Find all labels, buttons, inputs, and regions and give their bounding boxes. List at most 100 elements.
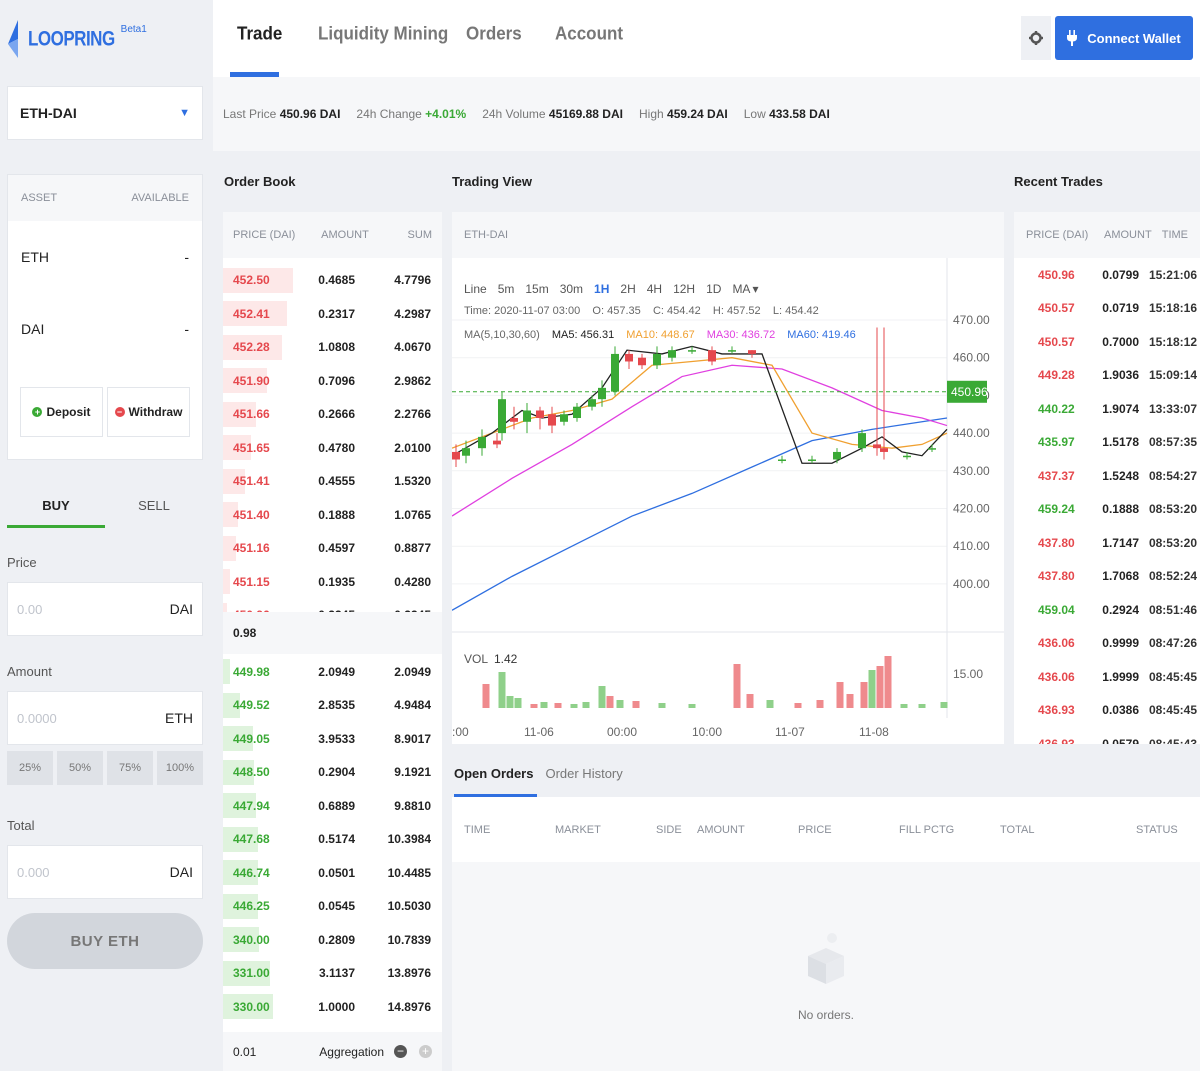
trade-time: 08:51:46	[1148, 602, 1197, 617]
amount-input[interactable]: 0.0000 ETH	[7, 691, 203, 745]
tab-trade[interactable]: Trade	[237, 23, 282, 45]
volume-bar	[746, 694, 754, 708]
volume-bar	[868, 670, 876, 708]
market-select[interactable]: ETH-DAI ▼	[7, 86, 203, 140]
volume-bar	[606, 696, 614, 708]
asset-row-dai: DAI -	[8, 293, 202, 365]
ask-row[interactable]: 451.66 0.2666 2.2766	[223, 398, 442, 431]
plug-icon	[1067, 30, 1078, 46]
ask-row[interactable]: 451.90 0.7096 2.9862	[223, 364, 442, 397]
ask-price: 451.40	[233, 507, 270, 522]
col-price: PRICE	[798, 824, 832, 836]
aggregation-plus-icon[interactable]: +	[419, 1045, 432, 1058]
withdraw-button[interactable]: − Withdraw	[107, 387, 190, 437]
bid-sum: 10.3984	[387, 832, 431, 846]
ask-row[interactable]: 451.40 0.1888 1.0765	[223, 498, 442, 531]
bid-row[interactable]: 449.52 2.8535 4.9484	[223, 689, 442, 722]
trade-row: 436.93 0.0579 08:45:43	[1014, 727, 1200, 745]
deposit-label: Deposit	[46, 405, 91, 419]
tab-order-history[interactable]: Order History	[545, 766, 634, 797]
trade-price: 437.37	[1038, 468, 1075, 483]
trade-time: 08:54:27	[1148, 468, 1197, 483]
buy-eth-button[interactable]: BUY ETH	[7, 913, 203, 969]
bid-row[interactable]: 447.94 0.6889 9.8810	[223, 789, 442, 822]
price-input[interactable]: 0.00 DAI	[7, 582, 203, 636]
candle-body	[748, 350, 756, 354]
percent-75-button[interactable]: 75%	[107, 751, 153, 785]
percent-100-button[interactable]: 100%	[157, 751, 203, 785]
bid-row[interactable]: 330.00 1.0000 14.8976	[223, 990, 442, 1023]
tab-open-orders[interactable]: Open Orders	[454, 766, 545, 797]
bid-row[interactable]: 449.98 2.0949 2.0949	[223, 655, 442, 688]
bid-row[interactable]: 449.05 3.9533 8.9017	[223, 722, 442, 755]
trade-row: 459.04 0.2924 08:51:46	[1014, 593, 1200, 626]
settings-button[interactable]	[1021, 16, 1051, 60]
asset-available: -	[184, 321, 189, 337]
ask-amount: 0.1888	[318, 507, 355, 522]
precision-value[interactable]: 0.01	[233, 1045, 256, 1059]
ticker-label: High	[638, 107, 664, 121]
trading-view-title: Trading View	[452, 174, 532, 189]
ask-row[interactable]: 451.65 0.4780 2.0100	[223, 431, 442, 464]
bid-price: 330.00	[233, 999, 270, 1014]
trade-amount: 1.7068	[1102, 569, 1139, 583]
aggregation-minus-icon[interactable]: −	[394, 1045, 407, 1058]
bid-row[interactable]: 331.00 3.1137 13.8976	[223, 957, 442, 990]
candle-body	[903, 455, 911, 458]
order-book: PRICE (DAI) AMOUNT SUM 452.50 0.4685 4.779…	[223, 212, 442, 1071]
total-input[interactable]: 0.000 DAI	[7, 845, 203, 899]
tab-sell[interactable]: SELL	[105, 484, 203, 530]
ask-row[interactable]: 452.50 0.4685 4.7796	[223, 264, 442, 297]
col-market: MARKET	[555, 824, 601, 836]
volume-bar	[846, 694, 854, 708]
ask-row[interactable]: 451.16 0.4597 0.8877	[223, 532, 442, 565]
x-tick-label: 00:00	[607, 725, 637, 739]
candlestick-plot[interactable]: 470.00460.00450.00440.00430.00420.00410.…	[452, 258, 1004, 744]
ask-row[interactable]: 451.15 0.1935 0.4280	[223, 565, 442, 598]
top-nav: Trade Liquidity Mining Orders Account Co…	[213, 0, 1200, 77]
volume-bar	[876, 666, 884, 708]
bid-price: 446.74	[233, 865, 270, 880]
tab-account[interactable]: Account	[555, 23, 623, 45]
y-tick-label: 460.00	[953, 351, 990, 365]
ask-price: 451.65	[233, 440, 270, 455]
bid-price: 447.68	[233, 832, 270, 846]
tab-buy[interactable]: BUY	[7, 484, 105, 530]
tab-liquidity-mining[interactable]: Liquidity Mining	[318, 23, 448, 45]
trade-price: 440.22	[1038, 401, 1075, 416]
col-status: STATUS	[1136, 824, 1178, 836]
candle-body	[588, 399, 596, 407]
tab-orders[interactable]: Orders	[466, 23, 522, 45]
ticker-value: 450.96 DAI	[279, 107, 341, 121]
deposit-button[interactable]: + Deposit	[20, 387, 103, 437]
col-amount: AMOUNT	[697, 824, 745, 836]
bid-row[interactable]: 340.00 0.2809 10.7839	[223, 923, 442, 956]
bid-row[interactable]: 448.50 0.2904 9.1921	[223, 756, 442, 789]
beta-badge: Beta1	[120, 24, 147, 35]
trade-amount: 0.2924	[1102, 602, 1139, 617]
ticker-volume: 24h Volume 45169.88 DAI	[482, 107, 623, 121]
bid-sum: 10.5030	[387, 899, 431, 913]
candle-body	[598, 387, 606, 400]
bid-amount: 3.9533	[318, 731, 355, 746]
percent-50-button[interactable]: 50%	[57, 751, 103, 785]
loopring-logo-icon	[8, 20, 18, 58]
order-book-title: Order Book	[224, 174, 296, 189]
ask-sum: 2.9862	[394, 373, 431, 388]
ask-row[interactable]: 452.41 0.2317 4.2987	[223, 297, 442, 330]
logo[interactable]: LOOPRING Beta1	[8, 16, 147, 62]
bid-amount: 0.5174	[318, 832, 355, 846]
trade-time: 08:53:20	[1148, 535, 1197, 550]
percent-25-button[interactable]: 25%	[7, 751, 53, 785]
empty-text: No orders.	[797, 1008, 855, 1022]
ask-row[interactable]: 451.41 0.4555 1.5320	[223, 465, 442, 498]
connect-wallet-button[interactable]: Connect Wallet	[1055, 16, 1193, 60]
bid-amount: 2.0949	[318, 664, 355, 679]
ticker-label: 24h Volume	[482, 107, 546, 121]
trade-price: 436.06	[1038, 636, 1075, 650]
bid-row[interactable]: 446.74 0.0501 10.4485	[223, 856, 442, 889]
bid-row[interactable]: 446.25 0.0545 10.5030	[223, 890, 442, 923]
bid-row[interactable]: 447.68 0.5174 10.3984	[223, 823, 442, 856]
ask-row[interactable]: 452.28 1.0808 4.0670	[223, 331, 442, 364]
ask-price: 452.28	[233, 340, 270, 354]
